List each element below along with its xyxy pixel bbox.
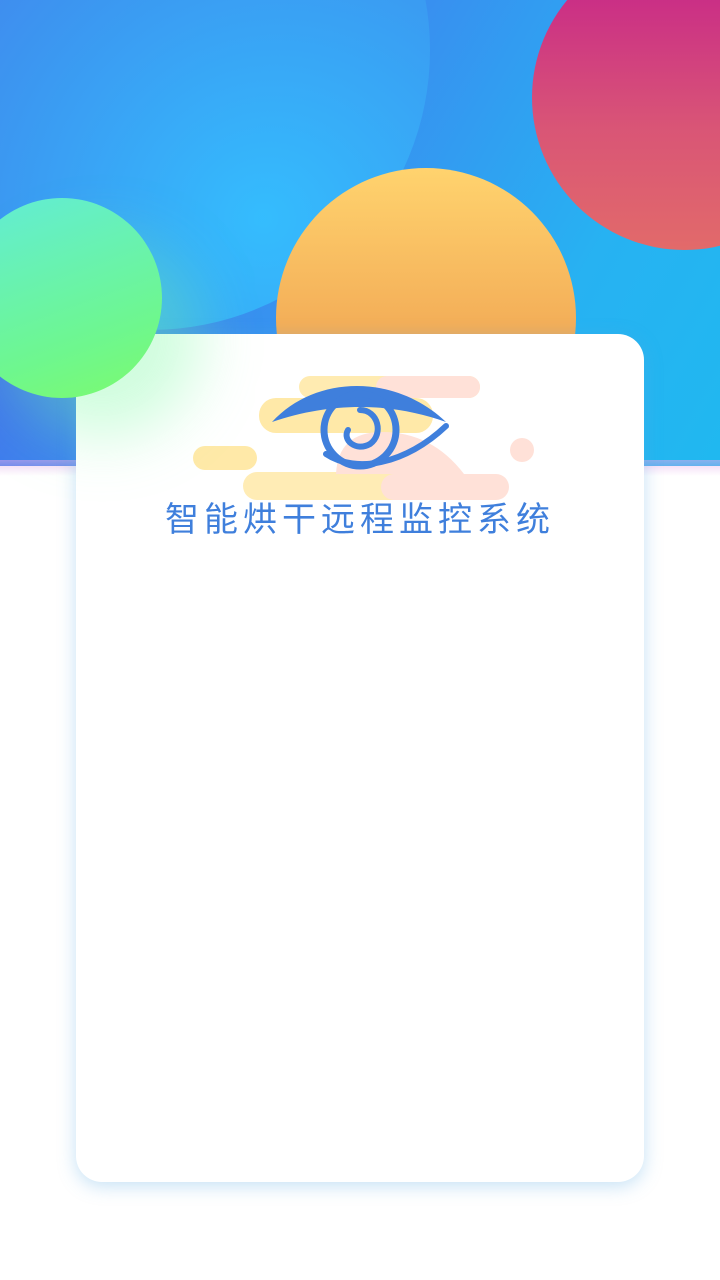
content-card: 智能烘干远程监控系统 xyxy=(76,334,644,1182)
app-title: 智能烘干远程监控系统 xyxy=(165,500,555,540)
decorative-circle-magenta xyxy=(532,0,720,250)
splash-screen: 智能烘干远程监控系统 xyxy=(0,0,720,1280)
app-logo: 智能烘干远程监控系统 xyxy=(76,334,644,554)
